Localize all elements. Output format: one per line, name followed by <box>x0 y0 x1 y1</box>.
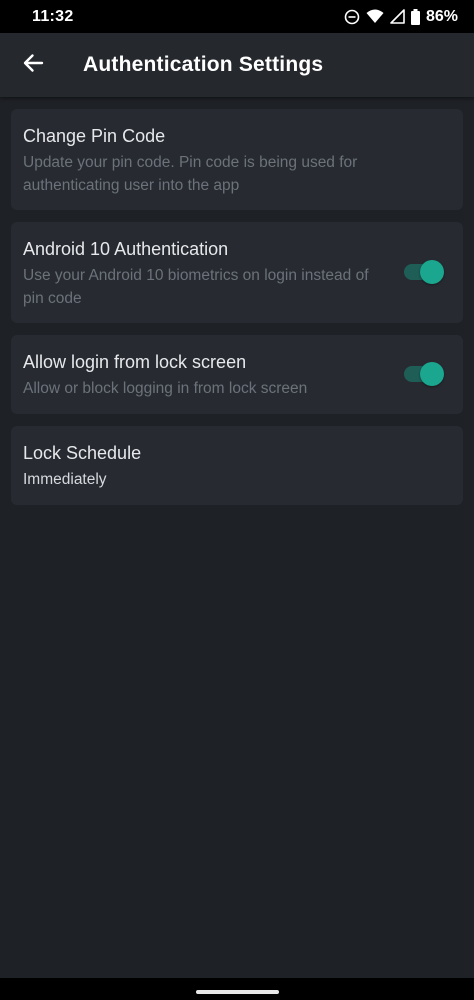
home-gesture-handle[interactable] <box>196 990 279 994</box>
setting-title: Lock Schedule <box>23 443 142 463</box>
status-time: 11:32 <box>32 7 74 25</box>
arrow-left-icon <box>22 52 44 79</box>
battery-icon <box>410 8 420 25</box>
wifi-icon <box>366 9 384 24</box>
lock-schedule-value: Immediately <box>23 471 107 488</box>
signal-icon <box>390 9 405 24</box>
setting-description: Use your Android 10 biometrics on login … <box>23 267 369 307</box>
settings-list: Change Pin Code Update your pin code. Pi… <box>11 109 463 517</box>
setting-title: Android 10 Authentication <box>23 239 229 259</box>
setting-description: Allow or block logging in from lock scre… <box>23 380 308 397</box>
setting-description: Update your pin code. Pin code is being … <box>23 154 358 194</box>
setting-title: Allow login from lock screen <box>23 352 247 372</box>
status-icons: 86% <box>344 8 458 26</box>
change-pin-setting[interactable]: Change Pin Code Update your pin code. Pi… <box>11 109 463 210</box>
toggle-knob <box>420 260 444 284</box>
dnd-icon <box>344 9 360 25</box>
lock-screen-login-toggle[interactable] <box>404 362 444 386</box>
page-title: Authentication Settings <box>83 53 324 76</box>
setting-title: Change Pin Code <box>23 126 166 146</box>
navigation-bar <box>0 978 474 1000</box>
lock-schedule-setting[interactable]: Lock Schedule Immediately <box>11 426 463 505</box>
back-button[interactable] <box>13 45 53 85</box>
lock-screen-login-setting[interactable]: Allow login from lock screen Allow or bl… <box>11 335 463 414</box>
android-auth-setting[interactable]: Android 10 Authentication Use your Andro… <box>11 222 463 323</box>
app-bar: Authentication Settings <box>0 33 474 97</box>
toggle-knob <box>420 362 444 386</box>
android-auth-toggle[interactable] <box>404 260 444 284</box>
status-bar: 11:32 86% <box>0 0 474 33</box>
battery-percent: 86% <box>425 7 458 25</box>
